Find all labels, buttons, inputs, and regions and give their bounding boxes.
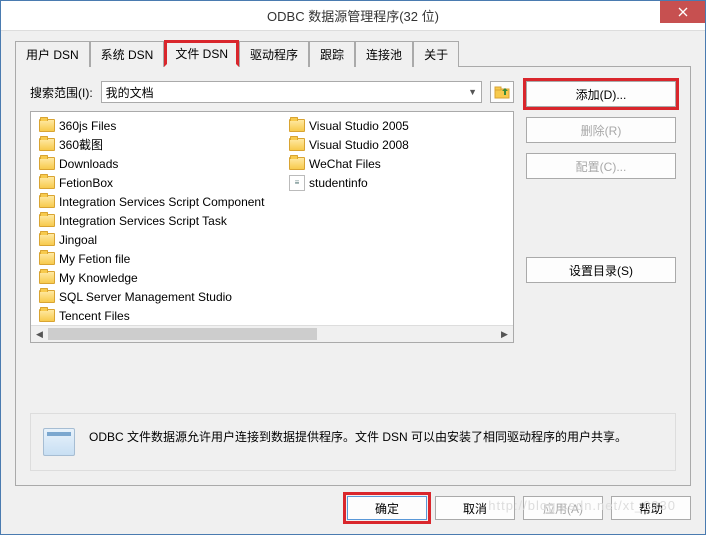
list-item[interactable]: My Fetion file [37, 249, 287, 268]
tab-user-dsn[interactable]: 用户 DSN [15, 41, 90, 67]
scroll-track[interactable] [48, 326, 496, 342]
remove-button[interactable]: 删除(R) [526, 117, 676, 143]
set-directory-button[interactable]: 设置目录(S) [526, 257, 676, 283]
search-label: 搜索范围(I): [30, 84, 93, 101]
info-panel: ODBC 文件数据源允许用户连接到数据提供程序。文件 DSN 可以由安装了相同驱… [30, 413, 676, 471]
configure-button[interactable]: 配置(C)... [526, 153, 676, 179]
folder-icon [39, 214, 55, 227]
right-column: 添加(D)... 删除(R) 配置(C)... 设置目录(S) [526, 81, 676, 343]
ok-button[interactable]: 确定 [347, 496, 427, 520]
list-item[interactable]: Tencent Files [37, 306, 287, 325]
folder-icon [39, 290, 55, 303]
scroll-thumb[interactable] [48, 328, 317, 340]
list-item[interactable]: Downloads [37, 154, 287, 173]
horizontal-scrollbar[interactable]: ◀ ▶ [31, 325, 513, 342]
tab-strip: 用户 DSN 系统 DSN 文件 DSN 驱动程序 跟踪 连接池 关于 [1, 31, 705, 66]
folder-icon [39, 233, 55, 246]
dialog-buttons: 确定 取消 应用(A) 帮助 [1, 496, 705, 534]
list-item[interactable]: FetionBox [37, 173, 287, 192]
folder-icon [39, 309, 55, 322]
folder-icon [39, 157, 55, 170]
add-button[interactable]: 添加(D)... [526, 81, 676, 107]
tab-about[interactable]: 关于 [413, 41, 459, 67]
tab-panel: 搜索范围(I): 我的文档 ▼ 360js [15, 66, 691, 486]
datasource-icon [43, 428, 75, 456]
tab-system-dsn[interactable]: 系统 DSN [90, 41, 165, 67]
folder-icon [39, 119, 55, 132]
search-scope-select[interactable]: 我的文档 ▼ [101, 81, 482, 103]
folder-icon [289, 138, 305, 151]
folder-icon [39, 195, 55, 208]
close-button[interactable] [660, 1, 705, 23]
list-item[interactable]: My Knowledge [37, 268, 287, 287]
tab-drivers[interactable]: 驱动程序 [239, 41, 309, 67]
tab-pool[interactable]: 连接池 [355, 41, 413, 67]
info-text: ODBC 文件数据源允许用户连接到数据提供程序。文件 DSN 可以由安装了相同驱… [89, 428, 627, 446]
scroll-right-icon[interactable]: ▶ [496, 326, 513, 342]
list-item[interactable]: 360截图 [37, 135, 287, 154]
tab-file-dsn[interactable]: 文件 DSN [164, 40, 239, 67]
folder-icon [39, 176, 55, 189]
scroll-left-icon[interactable]: ◀ [31, 326, 48, 342]
left-column: 搜索范围(I): 我的文档 ▼ 360js [30, 81, 514, 343]
file-list[interactable]: 360js Files 360截图 Downloads FetionBox In… [30, 111, 514, 343]
list-item[interactable]: ≡studentinfo [287, 173, 514, 192]
apply-button[interactable]: 应用(A) [523, 496, 603, 520]
list-item[interactable]: Integration Services Script Task [37, 211, 287, 230]
odbc-admin-window: ODBC 数据源管理程序(32 位) 用户 DSN 系统 DSN 文件 DSN … [0, 0, 706, 535]
search-scope-value: 我的文档 [106, 84, 154, 101]
folder-icon [39, 138, 55, 151]
list-item[interactable]: Visual Studio 2008 [287, 135, 514, 154]
list-item[interactable]: 360js Files [37, 116, 287, 135]
folder-up-button[interactable] [490, 81, 514, 103]
top-row: 搜索范围(I): 我的文档 ▼ 360js [30, 81, 676, 343]
list-item[interactable]: Integration Services Script Component [37, 192, 287, 211]
list-item[interactable]: Jingoal [37, 230, 287, 249]
search-row: 搜索范围(I): 我的文档 ▼ [30, 81, 514, 103]
list-item[interactable]: Visual Studio 2005 [287, 116, 514, 135]
help-button[interactable]: 帮助 [611, 496, 691, 520]
tab-trace[interactable]: 跟踪 [309, 41, 355, 67]
folder-icon [289, 157, 305, 170]
chevron-down-icon: ▼ [468, 87, 477, 97]
list-item[interactable]: WeChat Files [287, 154, 514, 173]
close-icon [678, 7, 688, 17]
folder-icon [39, 271, 55, 284]
titlebar: ODBC 数据源管理程序(32 位) [1, 1, 705, 31]
folder-icon [39, 252, 55, 265]
window-title: ODBC 数据源管理程序(32 位) [267, 6, 439, 25]
dsn-file-icon: ≡ [289, 175, 305, 191]
cancel-button[interactable]: 取消 [435, 496, 515, 520]
folder-icon [289, 119, 305, 132]
folder-up-icon [494, 85, 510, 99]
list-item[interactable]: SQL Server Management Studio [37, 287, 287, 306]
